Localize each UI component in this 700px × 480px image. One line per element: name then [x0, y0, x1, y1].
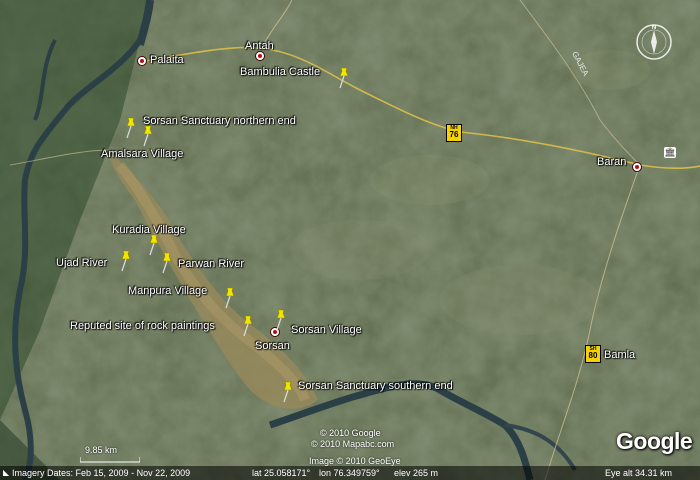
label-parwan-river[interactable]: Parwan River [178, 258, 244, 271]
small-marker-icon: ◣ [3, 468, 10, 477]
landmark-building-icon[interactable]: 🏛︎ [664, 147, 676, 158]
latitude-readout: lat 25.058171° [252, 468, 311, 478]
push-pin-icon[interactable] [222, 287, 238, 309]
label-rock-paintings[interactable]: Reputed site of rock paintings [70, 320, 215, 333]
label-baran[interactable]: Baran [597, 156, 626, 169]
push-pin-icon[interactable] [273, 309, 289, 331]
elevation-readout: elev 265 m [394, 468, 439, 478]
shield-number: 76 [449, 130, 459, 139]
google-logo: Google [616, 428, 693, 454]
compass-north-label: N [652, 25, 656, 31]
credit-google: © 2010 Google [320, 428, 381, 438]
highway-shield-sh80: SH 80 [585, 345, 601, 363]
shield-number: 80 [588, 351, 598, 360]
label-palaita[interactable]: Palaita [150, 54, 184, 67]
scale-bar [80, 457, 140, 463]
push-pin-icon[interactable] [336, 67, 352, 89]
status-bar: ◣ Imagery Dates: Feb 15, 2009 - Nov 22, … [0, 466, 700, 480]
label-sorsan-south[interactable]: Sorsan Sanctuary southern end [298, 380, 453, 393]
town-marker-icon[interactable] [138, 57, 146, 65]
label-bamla[interactable]: Bamla [604, 349, 635, 362]
label-bambulia-castle[interactable]: Bambulia Castle [240, 66, 320, 79]
highway-shield-nh76: NH 76 [446, 124, 462, 142]
label-sorsan-village[interactable]: Sorsan Village [291, 324, 362, 337]
push-pin-icon[interactable] [123, 117, 139, 139]
scale-text: 9.85 km [85, 445, 118, 455]
push-pin-icon[interactable] [280, 381, 296, 403]
longitude-readout: lon 76.349759° [319, 468, 380, 478]
label-sorsan[interactable]: Sorsan [255, 340, 290, 353]
map-view[interactable]: 🏛︎ NH 76 SH 80 GAJEA Palaita Antah Bambu… [0, 0, 700, 480]
label-sorsan-north[interactable]: Sorsan Sanctuary northern end [143, 115, 296, 128]
town-marker-icon[interactable] [256, 52, 264, 60]
label-ujad-river[interactable]: Ujad River [56, 257, 107, 270]
imagery-dates: Imagery Dates: Feb 15, 2009 - Nov 22, 20… [12, 468, 191, 478]
town-marker-icon[interactable] [633, 163, 641, 171]
label-amalsara-village[interactable]: Amalsara Village [101, 148, 183, 161]
push-pin-icon[interactable] [140, 125, 156, 147]
label-kuradia-village[interactable]: Kuradia Village [112, 224, 186, 237]
label-antah[interactable]: Antah [245, 40, 274, 53]
credit-mapabc: © 2010 Mapabc.com [311, 439, 395, 449]
eye-altitude-readout: Eye alt 34.31 km [605, 468, 673, 478]
push-pin-icon[interactable] [159, 252, 175, 274]
label-manpura-village[interactable]: Manpura Village [128, 285, 207, 298]
push-pin-icon[interactable] [118, 250, 134, 272]
compass-icon[interactable]: N [634, 22, 674, 62]
push-pin-icon[interactable] [240, 315, 256, 337]
